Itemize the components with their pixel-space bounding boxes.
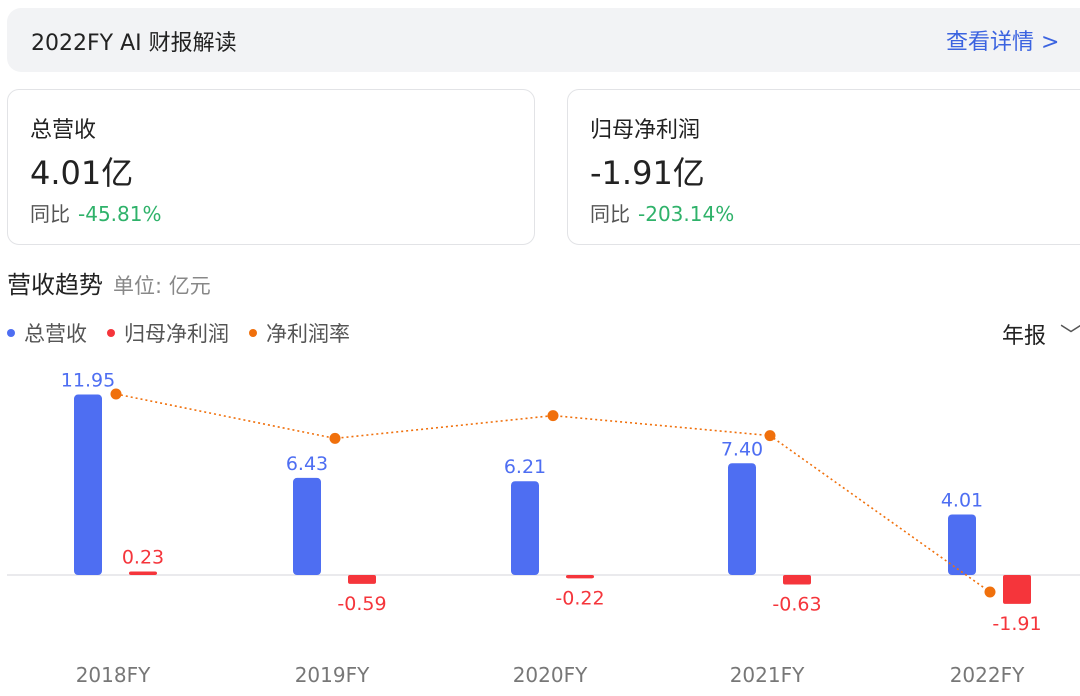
revenue-bar <box>74 394 102 575</box>
revenue-data-label: 6.21 <box>504 456 546 478</box>
revenue-bar <box>728 463 756 575</box>
x-tick-label: 2019FY <box>295 663 370 687</box>
net-margin-point <box>329 432 341 444</box>
net-profit-bar <box>1003 575 1031 604</box>
net-profit-data-label: -0.22 <box>555 587 604 609</box>
net-margin-point <box>547 410 559 422</box>
x-tick-label: 2018FY <box>76 663 151 687</box>
net-margin-line <box>115 393 991 593</box>
revenue-data-label: 11.95 <box>61 370 115 392</box>
x-tick-label: 2021FY <box>730 663 805 687</box>
net-profit-bar <box>129 571 157 575</box>
revenue-trend-chart: 11.95 0.23 2018FY 6.43 -0.59 2019FY 6.21 -0.22 2… <box>7 370 1080 687</box>
revenue-data-label: 6.43 <box>286 453 328 475</box>
x-tick-label: 2020FY <box>513 663 588 687</box>
net-profit-bar <box>783 575 811 585</box>
net-margin-point <box>764 430 776 442</box>
net-profit-data-label: -0.59 <box>337 593 386 615</box>
revenue-data-label: 7.40 <box>721 438 763 460</box>
net-profit-data-label: -1.91 <box>992 613 1041 635</box>
revenue-data-label: 4.01 <box>941 489 983 511</box>
net-profit-bar <box>348 575 376 584</box>
net-profit-data-label: -0.63 <box>772 594 821 616</box>
financial-report-widget: 2022FY AI 财报解读 查看详情 > 总营收 4.01亿 同比 -45.81… <box>0 0 1080 696</box>
revenue-bar <box>293 477 321 575</box>
net-margin-point <box>110 388 122 400</box>
revenue-bar <box>948 514 976 575</box>
net-profit-bar <box>566 575 594 579</box>
net-profit-data-label: 0.23 <box>122 547 164 569</box>
x-tick-label: 2022FY <box>950 663 1025 687</box>
net-margin-point <box>984 586 996 598</box>
revenue-bar <box>511 481 539 575</box>
